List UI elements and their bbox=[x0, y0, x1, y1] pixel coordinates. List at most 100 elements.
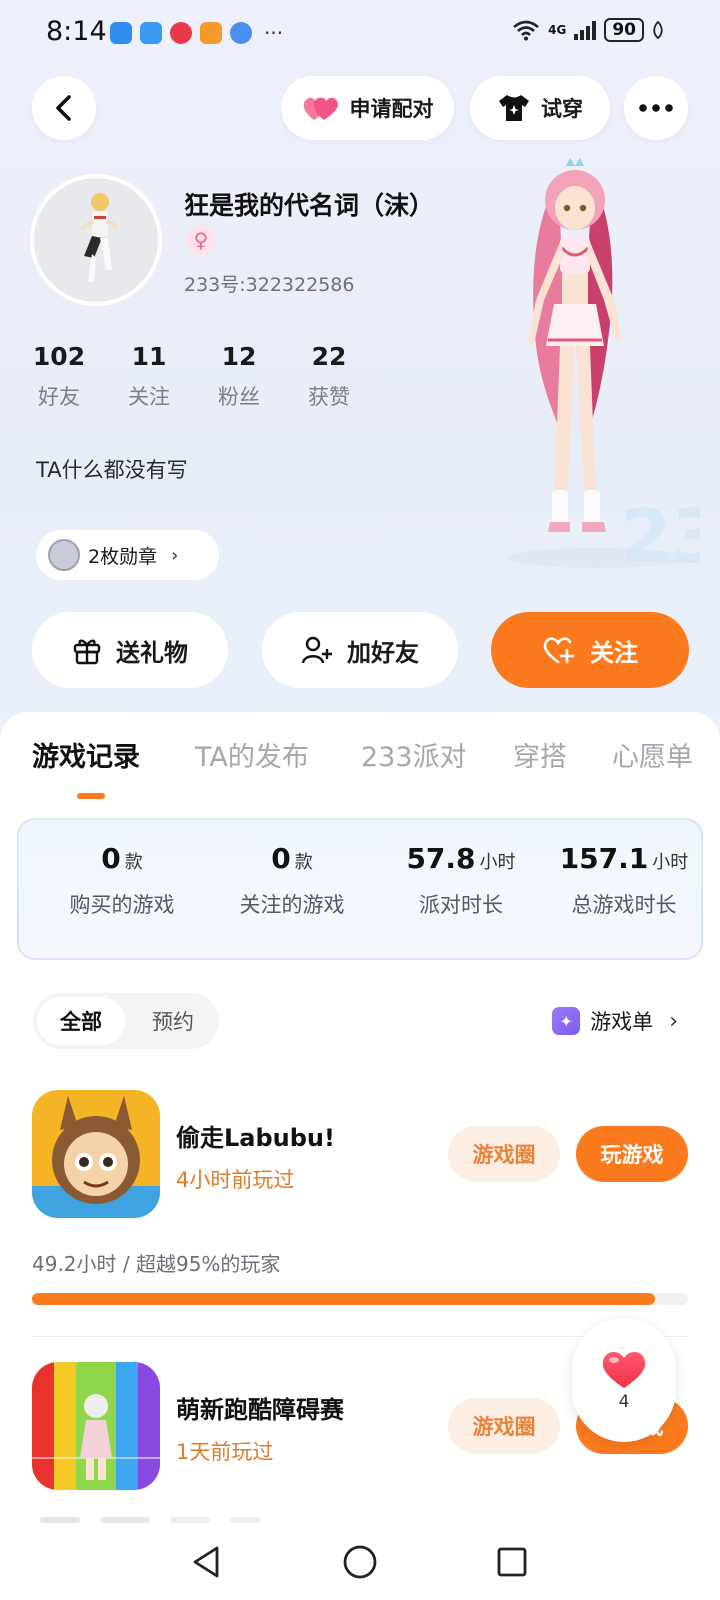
medal-icon bbox=[48, 539, 80, 571]
more-notifications-icon: ··· bbox=[264, 21, 284, 45]
status-time: 8:14 bbox=[46, 16, 107, 47]
summary-unit: 小时 bbox=[652, 852, 689, 873]
request-pair-label: 申请配对 bbox=[349, 97, 434, 121]
next-row-peek bbox=[40, 1517, 260, 1523]
game-icon-labubu[interactable] bbox=[32, 1090, 160, 1218]
signal-icon bbox=[574, 20, 597, 40]
summary-value: 157.1 bbox=[559, 842, 649, 875]
send-gift-button[interactable]: 送礼物 bbox=[32, 612, 228, 688]
more-options-button[interactable] bbox=[624, 76, 688, 140]
like-floating-button[interactable]: 4 bbox=[572, 1318, 676, 1442]
nav-back-button[interactable] bbox=[184, 1540, 228, 1584]
playtime-progress-bar bbox=[32, 1293, 688, 1305]
game-list-link[interactable]: ✦ 游戏单 › bbox=[552, 1006, 678, 1036]
game-filter-segment: 全部 预约 bbox=[33, 993, 219, 1049]
summary-unit: 小时 bbox=[479, 852, 516, 873]
user-bio: TA什么都没有写 bbox=[36, 458, 188, 482]
summary-item: 0款 购买的游戏 bbox=[37, 842, 207, 919]
try-on-label: 试穿 bbox=[541, 97, 583, 121]
status-indicators: 4G 90 bbox=[512, 18, 664, 42]
stat-label: 好友 bbox=[38, 385, 80, 409]
filter-reserve[interactable]: 预约 bbox=[133, 997, 213, 1045]
stat-likes[interactable]: 22 获赞 bbox=[289, 342, 369, 411]
tshirt-icon bbox=[499, 95, 529, 121]
labubu-game-art bbox=[32, 1090, 160, 1218]
stat-value: 102 bbox=[32, 342, 86, 371]
profile-tabs: 游戏记录 TA的发布 233派对 穿搭 心愿单 bbox=[0, 735, 720, 795]
status-bar: 8:14 ··· 4G 90 bbox=[0, 0, 720, 64]
square-recents-icon bbox=[497, 1547, 527, 1577]
wifi-icon bbox=[513, 20, 539, 41]
chevron-right-icon: › bbox=[669, 1008, 678, 1034]
back-arrow-icon bbox=[56, 95, 71, 121]
heart-icon bbox=[602, 1352, 646, 1388]
try-on-button[interactable]: 试穿 bbox=[470, 76, 610, 140]
filter-all[interactable]: 全部 bbox=[37, 997, 125, 1045]
female-gender-icon: ♀ bbox=[186, 225, 216, 255]
nav-recents-button[interactable] bbox=[490, 1540, 534, 1584]
send-gift-label: 送礼物 bbox=[116, 638, 188, 667]
summary-value: 0 bbox=[271, 842, 291, 875]
game-last-played: 4小时前玩过 bbox=[176, 1168, 295, 1192]
summary-unit: 款 bbox=[124, 852, 143, 873]
game-icon-parkour[interactable] bbox=[32, 1362, 160, 1490]
game-last-played: 1天前玩过 bbox=[176, 1440, 274, 1464]
add-friend-button[interactable]: 加好友 bbox=[262, 612, 458, 688]
active-tab-indicator bbox=[77, 793, 105, 799]
stat-friends[interactable]: 102 好友 bbox=[19, 342, 99, 411]
summary-label: 关注的游戏 bbox=[239, 893, 345, 917]
browser-app-icon bbox=[230, 22, 252, 44]
back-button[interactable] bbox=[32, 76, 96, 140]
follow-button[interactable]: 关注 bbox=[491, 612, 689, 688]
stat-fans[interactable]: 12 粉丝 bbox=[199, 342, 279, 411]
weather-app-icon bbox=[140, 22, 162, 44]
add-user-icon bbox=[301, 636, 332, 664]
medals-button[interactable]: 2枚勋章 › bbox=[36, 530, 219, 580]
tab-outfits[interactable]: 穿搭 bbox=[513, 735, 567, 774]
summary-item: 0款 关注的游戏 bbox=[207, 842, 377, 919]
game-circle-button[interactable]: 游戏圈 bbox=[448, 1398, 560, 1454]
game-summary-card: 0款 购买的游戏 0款 关注的游戏 57.8 小时 派对时长 157.1 小时 总游… bbox=[17, 818, 703, 960]
heart-plus-icon bbox=[543, 637, 575, 664]
follow-label: 关注 bbox=[590, 638, 638, 667]
playtime-progress-fill bbox=[32, 1293, 656, 1305]
svg-text:233: 233 bbox=[620, 494, 700, 570]
avatar-3d-figure[interactable]: 233 bbox=[470, 150, 700, 570]
double-heart-icon bbox=[303, 97, 338, 120]
music-app-icon bbox=[170, 22, 192, 44]
summary-unit: 款 bbox=[294, 852, 313, 873]
playtime-summary: 49.2小时 / 超越95%的玩家 bbox=[32, 1252, 281, 1276]
request-pair-button[interactable]: 申请配对 bbox=[281, 76, 454, 140]
summary-item: 157.1 小时 总游戏时长 bbox=[539, 842, 709, 919]
gift-icon bbox=[73, 639, 101, 665]
game-name: 偷走Labubu! bbox=[176, 1124, 335, 1152]
medals-label: 2枚勋章 bbox=[88, 545, 158, 568]
summary-value: 57.8 bbox=[406, 842, 476, 875]
tab-party[interactable]: 233派对 bbox=[361, 735, 467, 774]
circle-home-icon bbox=[343, 1545, 377, 1579]
stat-following[interactable]: 11 关注 bbox=[109, 342, 189, 411]
summary-label: 购买的游戏 bbox=[69, 893, 175, 917]
tab-posts[interactable]: TA的发布 bbox=[195, 735, 309, 774]
play-game-button[interactable]: 玩游戏 bbox=[576, 1126, 688, 1182]
video-app-icon bbox=[200, 22, 222, 44]
search-app-icon bbox=[110, 22, 132, 44]
system-navigation-bar bbox=[0, 1526, 720, 1600]
more-dots-icon bbox=[639, 104, 673, 112]
chevron-right-icon: › bbox=[171, 544, 179, 566]
game-circle-button[interactable]: 游戏圈 bbox=[448, 1126, 560, 1182]
network-type: 4G bbox=[548, 23, 567, 37]
tab-game-records[interactable]: 游戏记录 bbox=[32, 735, 140, 774]
nav-home-button[interactable] bbox=[338, 1540, 382, 1584]
tab-wishlist[interactable]: 心愿单 bbox=[612, 735, 693, 774]
like-count: 4 bbox=[618, 1392, 630, 1412]
game-row[interactable]: 偷走Labubu! 4小时前玩过 游戏圈 玩游戏 bbox=[0, 1090, 720, 1220]
summary-label: 总游戏时长 bbox=[571, 893, 677, 917]
user-avatar[interactable] bbox=[30, 174, 162, 306]
stat-value: 12 bbox=[221, 342, 257, 371]
battery-indicator: 90 bbox=[604, 18, 644, 42]
summary-item: 57.8 小时 派对时长 bbox=[376, 842, 546, 919]
add-friend-label: 加好友 bbox=[347, 638, 419, 667]
stat-value: 11 bbox=[131, 342, 167, 371]
user-nickname: 狂是我的代名词（沫） bbox=[184, 191, 435, 220]
